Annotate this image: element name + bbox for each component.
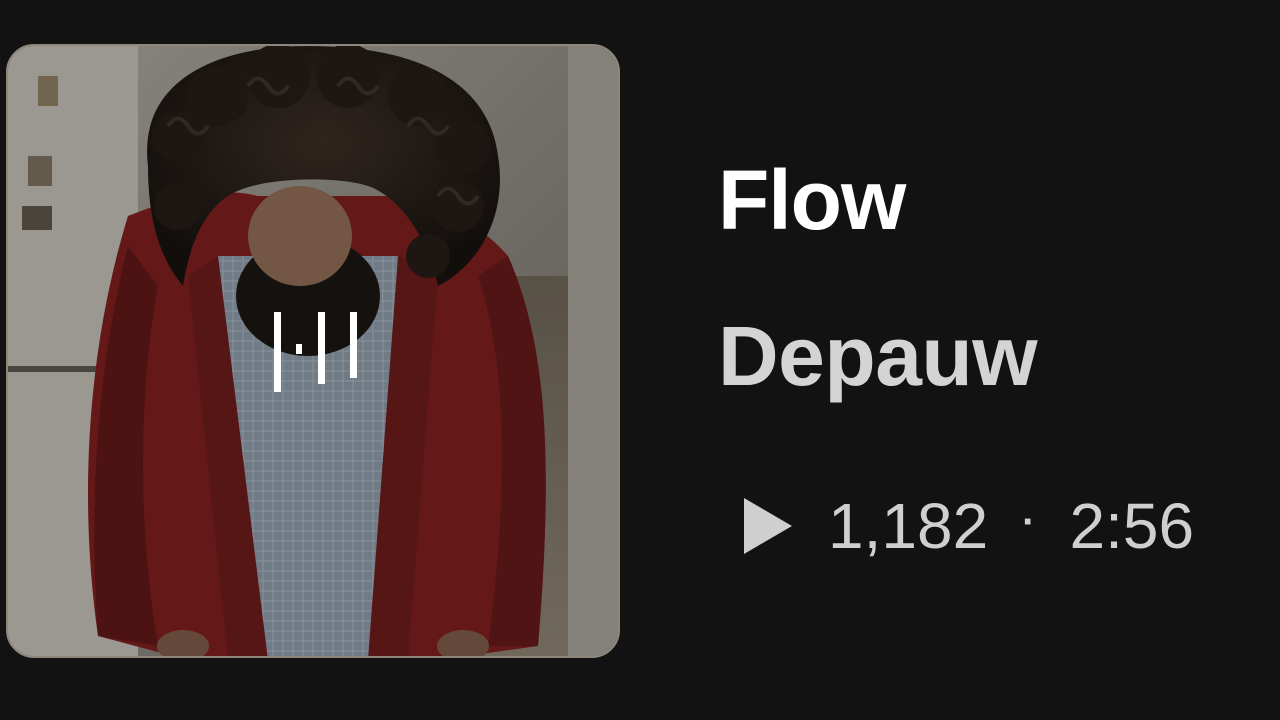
audio-bars-icon [274, 312, 357, 392]
album-artwork[interactable] [6, 44, 620, 658]
separator-dot: · [1022, 499, 1036, 544]
play-icon [744, 498, 792, 554]
track-stats: 1,182 · 2:56 [740, 490, 1194, 562]
play-count: 1,182 [828, 490, 989, 562]
artist-name[interactable]: Depauw [718, 306, 1278, 406]
track-card[interactable]: Flow Depauw 1,182 · 2:56 [0, 0, 1280, 720]
track-duration: 2:56 [1069, 490, 1195, 562]
track-title[interactable]: Flow [718, 150, 1278, 250]
track-info: Flow Depauw [718, 150, 1278, 406]
